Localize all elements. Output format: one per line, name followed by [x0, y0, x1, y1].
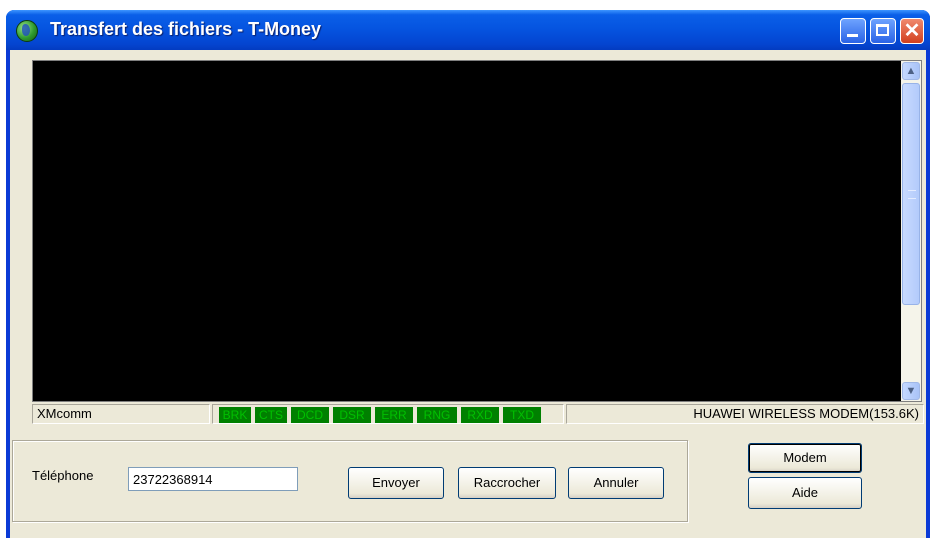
vertical-scrollbar[interactable]: ▲ ▼ [901, 61, 921, 401]
scroll-up-button[interactable]: ▲ [902, 62, 920, 80]
status-modem: HUAWEI WIRELESS MODEM(153.6K) [566, 404, 924, 424]
close-button[interactable]: ✕ [900, 18, 924, 44]
scroll-thumb[interactable] [902, 83, 920, 305]
led-rxd: RXD [461, 407, 499, 423]
led-brk: BRK [219, 407, 251, 423]
minimize-icon [847, 34, 858, 37]
grip-icon [908, 190, 916, 199]
globe-app-icon[interactable] [16, 20, 38, 42]
phone-input[interactable] [128, 467, 298, 491]
led-rng: RNG [417, 407, 457, 423]
title-bar[interactable]: Transfert des fichiers - T-Money ✕ [6, 10, 930, 50]
led-err: ERR [375, 407, 413, 423]
client-area: ▲ ▼ XMcomm BRK CTS DCD DSR ERR RNG RXD T… [10, 50, 926, 538]
status-app-name: XMcomm [32, 404, 210, 424]
close-icon: ✕ [903, 20, 921, 42]
led-dsr: DSR [333, 407, 371, 423]
window-title: Transfert des fichiers - T-Money [50, 19, 322, 39]
phone-label: Téléphone [32, 468, 94, 483]
led-txd: TXD [503, 407, 541, 423]
annuler-button[interactable]: Annuler [568, 467, 664, 499]
aide-button[interactable]: Aide [748, 477, 862, 509]
raccrocher-button[interactable]: Raccrocher [458, 467, 556, 499]
modem-button[interactable]: Modem [748, 443, 862, 473]
envoyer-button[interactable]: Envoyer [348, 467, 444, 499]
maximize-icon [876, 24, 889, 36]
led-cts: CTS [255, 407, 287, 423]
minimize-button[interactable] [840, 18, 866, 44]
app-window: Transfert des fichiers - T-Money ✕ ▲ ▼ X… [6, 10, 930, 538]
status-bar: XMcomm BRK CTS DCD DSR ERR RNG RXD TXD H… [32, 404, 924, 424]
scroll-down-button[interactable]: ▼ [902, 382, 920, 400]
status-leds: BRK CTS DCD DSR ERR RNG RXD TXD [212, 404, 564, 424]
terminal-output[interactable]: ▲ ▼ [32, 60, 922, 402]
maximize-button[interactable] [870, 18, 896, 44]
led-dcd: DCD [291, 407, 329, 423]
